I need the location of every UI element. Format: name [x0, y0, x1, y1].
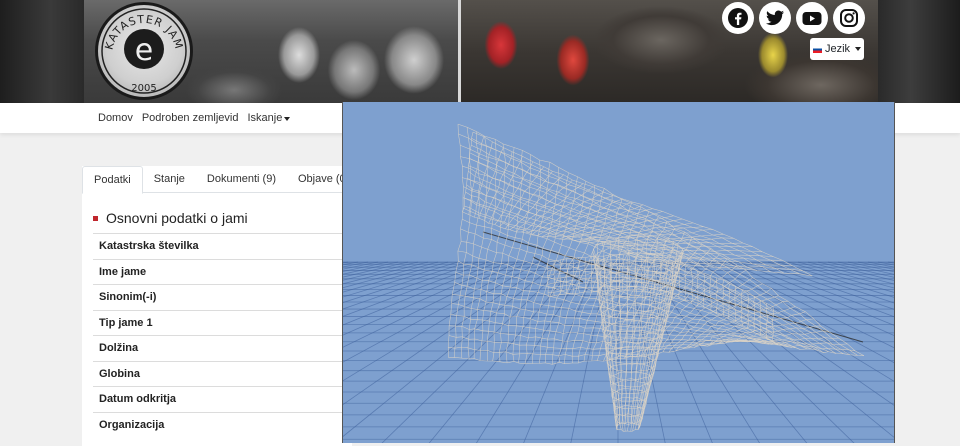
- banner-right-edge: [878, 0, 960, 103]
- tab-dokumenti[interactable]: Dokumenti (9): [195, 166, 287, 193]
- logo-letter: e: [135, 33, 153, 68]
- chevron-down-icon: [284, 117, 291, 121]
- logo-year: 2005: [131, 83, 156, 94]
- banner-left-edge: [0, 0, 84, 103]
- instagram-icon[interactable]: [833, 2, 865, 34]
- site-logo[interactable]: KATASTER JAM e 2005: [95, 2, 193, 100]
- mesh-line: [448, 335, 755, 350]
- nav-map-link[interactable]: Podroben zemljevid: [142, 112, 239, 124]
- tab-podatki[interactable]: Podatki: [82, 166, 143, 194]
- language-dropdown[interactable]: Jezik: [810, 38, 864, 60]
- bullet-icon: [93, 215, 98, 221]
- info-list: Katastrska številka Ime jame Sinonim(-i)…: [93, 233, 353, 437]
- header-banner: KATASTER JAM e 2005 Jezik: [0, 0, 960, 103]
- twitter-icon[interactable]: [759, 2, 791, 34]
- cave-mesh: [447, 123, 865, 432]
- cave-3d-canvas[interactable]: [343, 102, 894, 443]
- info-row-datum-odkritja: Datum odkritja: [93, 386, 353, 412]
- mesh-line: [458, 133, 858, 356]
- info-row-tip-jame: Tip jame 1: [93, 309, 353, 336]
- nav-search-dropdown[interactable]: Iskanje: [247, 112, 291, 124]
- chevron-down-icon: [855, 47, 862, 51]
- mesh-line: [609, 240, 621, 425]
- mesh-line: [572, 258, 574, 295]
- section-title-text: Osnovni podatki o jami: [106, 210, 248, 226]
- info-row-sinonimi: Sinonim(-i): [93, 284, 353, 310]
- nav-search-label: Iskanje: [247, 112, 283, 124]
- cave-3d-viewer[interactable]: [342, 102, 895, 443]
- info-row-dolzina: Dolžina: [93, 335, 353, 361]
- mesh-line: [462, 132, 474, 213]
- facebook-icon[interactable]: [722, 2, 754, 34]
- tab-stanje[interactable]: Stanje: [142, 166, 196, 193]
- info-row-organizacija: Organizacija: [93, 411, 353, 438]
- logo-graphic: KATASTER JAM e 2005: [101, 8, 187, 94]
- social-links: [722, 2, 865, 34]
- mesh-line: [461, 241, 797, 349]
- section-title: Osnovni podatki o jami: [93, 210, 248, 226]
- nav-home-link[interactable]: Domov: [98, 112, 133, 124]
- cave-tabs: Podatki Stanje Dokumenti (9) Objave (0): [82, 166, 361, 194]
- floor-grid: [343, 261, 894, 443]
- mesh-line: [463, 186, 824, 353]
- nav-links: Domov Podroben zemljevid Iskanje: [98, 103, 291, 133]
- slovenia-flag-icon: [812, 45, 822, 53]
- info-row-katastrska-stevilka: Katastrska številka: [93, 233, 353, 259]
- mesh-line: [609, 263, 622, 430]
- youtube-icon[interactable]: [796, 2, 828, 34]
- language-label: Jezik: [824, 43, 851, 55]
- info-row-globina: Globina: [93, 360, 353, 387]
- info-row-ime-jame: Ime jame: [93, 258, 353, 285]
